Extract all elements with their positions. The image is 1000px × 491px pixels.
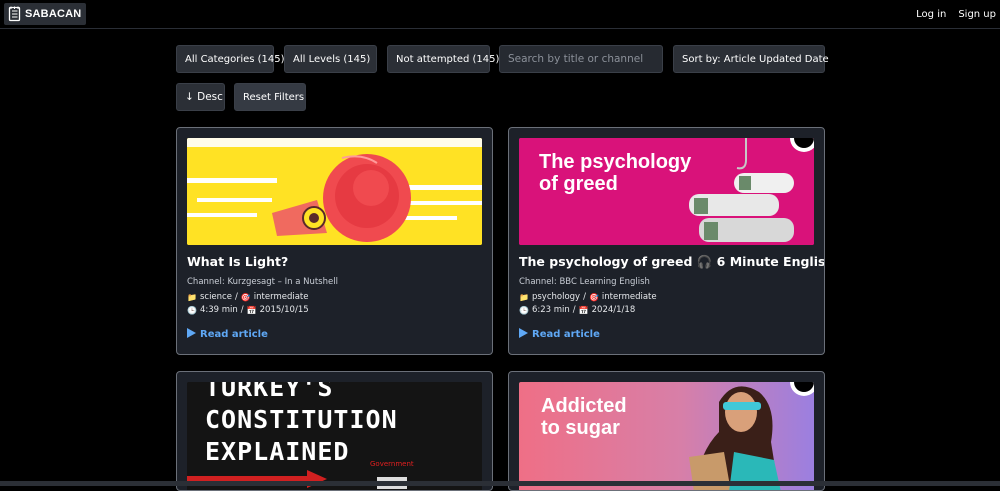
calendar-icon: 📅	[246, 305, 257, 315]
search-box	[499, 45, 663, 73]
login-link[interactable]: Log in	[916, 9, 946, 20]
article-card: TURKEY'S CONSTITUTION EXPLAINED Governme…	[176, 371, 493, 491]
top-navbar: SABACAN Log in Sign up	[0, 0, 1000, 29]
article-info: 🕒 6:23 min / 📅 2024/1/18	[519, 305, 635, 315]
category-label: science	[199, 292, 232, 302]
article-title[interactable]: What Is Light?	[187, 254, 288, 269]
thumbnail-title-line: Addicted	[541, 395, 627, 417]
calendar-icon: 📅	[578, 305, 589, 315]
article-card: What Is Light? Channel: Kurzgesagt – In …	[176, 127, 493, 355]
level-label: intermediate	[253, 292, 309, 302]
article-info: 🕒 4:39 min / 📅 2015/10/15	[187, 305, 309, 315]
thumbnail-title: Addicted to sugar	[541, 395, 627, 439]
article-thumbnail[interactable]	[187, 138, 482, 245]
clock-icon: 🕒	[187, 305, 197, 315]
thumbnail-title-line: EXPLAINED	[205, 437, 350, 466]
date-label: 2024/1/18	[591, 305, 636, 315]
auth-links: Log in Sign up	[916, 9, 996, 20]
attempt-status-select[interactable]: Not attempted (145)	[387, 45, 499, 73]
category-label: psychology	[531, 292, 581, 302]
folder-icon: 📁	[519, 292, 529, 302]
article-thumbnail[interactable]: The psychology of greed	[519, 138, 814, 245]
level-label: intermediate	[601, 292, 657, 302]
categories-select[interactable]: All Categories (145)	[176, 45, 285, 73]
duration-label: 4:39 min	[199, 305, 238, 315]
article-tags: 📁 science / 🎯 intermediate	[187, 292, 309, 302]
thumbnail-title-line: CONSTITUTION	[205, 405, 398, 434]
read-article-label: Read article	[200, 329, 268, 340]
article-channel: Channel: Kurzgesagt – In a Nutshell	[187, 277, 338, 287]
thumbnail-title-line: of greed	[539, 173, 618, 195]
article-card: The psychology of greed The psychology o…	[508, 127, 825, 355]
sort-select[interactable]: Sort by: Article Updated Date	[673, 45, 829, 73]
separator: /	[234, 292, 238, 302]
article-thumbnail[interactable]: Addicted to sugar	[519, 382, 814, 490]
logo-text: SABACAN	[25, 8, 82, 20]
article-title[interactable]: The psychology of greed 🎧 6 Minute Engli…	[519, 254, 824, 270]
thumbnail-title-line: TURKEY'S	[205, 382, 334, 402]
article-card: Addicted to sugar	[508, 371, 825, 491]
clock-icon: 🕒	[519, 305, 529, 315]
sort-order-toggle[interactable]: ↓ Desc	[176, 83, 225, 111]
search-input[interactable]	[508, 53, 654, 65]
reset-filters-button[interactable]: Reset Filters	[234, 83, 306, 111]
thumbnail-title: TURKEY'S CONSTITUTION EXPLAINED	[205, 382, 398, 468]
duration-label: 6:23 min	[531, 305, 570, 315]
read-article-link[interactable]: Read article	[187, 328, 268, 341]
read-article-label: Read article	[532, 329, 600, 340]
article-tags: 📁 psychology / 🎯 intermediate	[519, 292, 657, 302]
separator: /	[583, 292, 586, 302]
site-logo[interactable]: SABACAN	[4, 3, 87, 25]
thumbnail-title-line: The psychology	[539, 151, 692, 173]
thumbnail-title-line: to sugar	[541, 417, 620, 439]
folder-icon: 📁	[187, 292, 197, 302]
read-article-link[interactable]: Read article	[519, 328, 600, 341]
thumbnail-title: The psychology of greed	[539, 151, 691, 195]
separator: /	[240, 305, 244, 315]
notebook-icon	[8, 6, 22, 22]
date-label: 2015/10/15	[259, 305, 309, 315]
play-icon	[519, 328, 528, 341]
thumbnail-caption: Government	[370, 460, 414, 468]
target-icon: 🎯	[588, 292, 599, 302]
bottom-edge	[0, 481, 1000, 486]
levels-select[interactable]: All Levels (145)	[284, 45, 377, 73]
article-channel: Channel: BBC Learning English	[519, 277, 650, 287]
target-icon: 🎯	[240, 292, 251, 302]
article-thumbnail[interactable]: TURKEY'S CONSTITUTION EXPLAINED Governme…	[187, 382, 482, 490]
signup-link[interactable]: Sign up	[958, 9, 996, 20]
separator: /	[572, 305, 576, 315]
play-icon	[187, 328, 196, 341]
